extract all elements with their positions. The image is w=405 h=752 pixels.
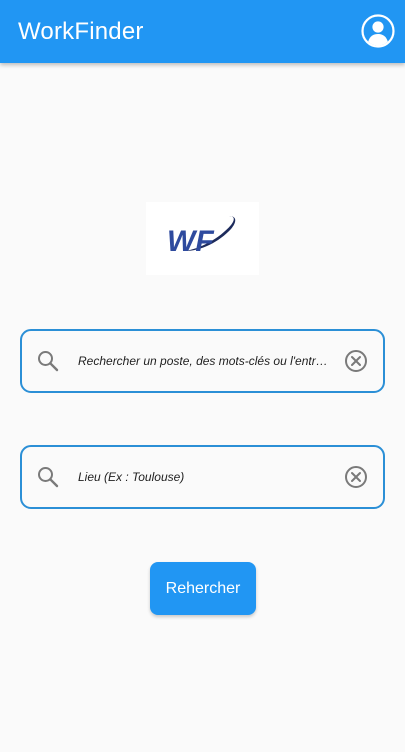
search-icon (36, 465, 60, 489)
search-button[interactable]: Rehercher (150, 562, 256, 615)
workfinder-logo: WF (146, 202, 259, 275)
search-icon (36, 349, 60, 373)
clear-keyword-button[interactable] (343, 348, 369, 374)
clear-circle-icon (345, 350, 367, 372)
clear-circle-icon (345, 466, 367, 488)
account-circle-icon (361, 14, 395, 48)
location-search-field[interactable] (20, 445, 385, 509)
logo-text: WF (167, 225, 214, 258)
logo-graphic: WF (167, 215, 235, 258)
keyword-search-input[interactable] (76, 353, 333, 369)
profile-button[interactable] (361, 14, 395, 48)
location-search-input[interactable] (76, 469, 333, 485)
clear-location-button[interactable] (343, 464, 369, 490)
app-title: WorkFinder (18, 17, 144, 45)
app-bar: WorkFinder (0, 0, 405, 63)
keyword-search-field[interactable] (20, 329, 385, 393)
